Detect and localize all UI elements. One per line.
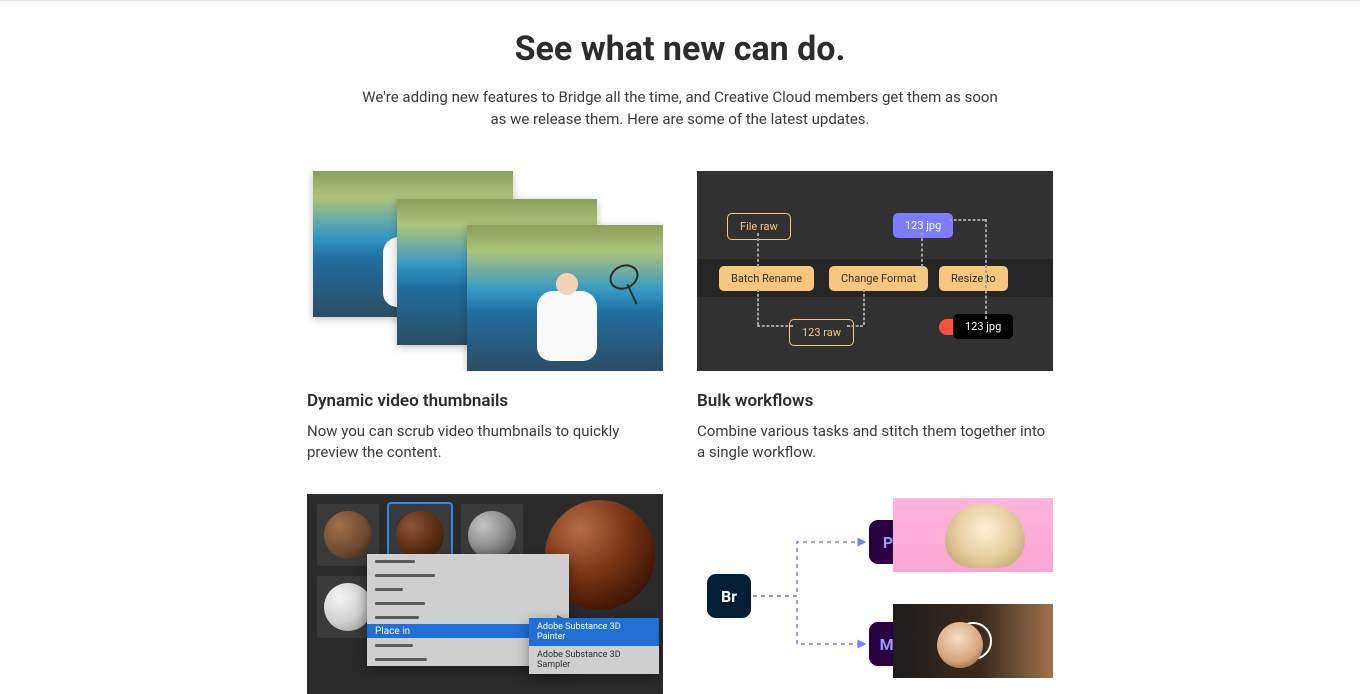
feature-body: Now you can scrub video thumbnails to qu… bbox=[307, 421, 663, 465]
page-subheading: We're adding new features to Bridge all … bbox=[360, 87, 1000, 131]
page-title: See what new can do. bbox=[515, 29, 846, 69]
feature-dynamic-video-thumbnails: Dynamic video thumbnails Now you can scr… bbox=[307, 171, 663, 465]
pill-123-jpg-top: 123 jpg bbox=[893, 213, 953, 238]
submenu-item-sampler[interactable]: Adobe Substance 3D Sampler bbox=[529, 646, 659, 674]
media-thumbnail bbox=[893, 498, 1053, 572]
feature-illustration: Br Pr Me bbox=[697, 494, 1053, 694]
feature-title: Dynamic video thumbnails bbox=[307, 391, 663, 411]
feature-illustration bbox=[307, 171, 663, 371]
submenu-item-painter[interactable]: Adobe Substance 3D Painter bbox=[529, 618, 659, 646]
pill-resize-to: Resize to bbox=[939, 266, 1008, 291]
media-thumbnail bbox=[893, 604, 1053, 678]
page-root: See what new can do. We're adding new fe… bbox=[0, 1, 1360, 694]
pill-batch-rename: Batch Rename bbox=[719, 266, 814, 291]
feature-bulk-workflows: File raw 123 jpg Batch Rename Change For… bbox=[697, 171, 1053, 465]
feature-illustration: Place in Adobe Substance 3D Painter Adob… bbox=[307, 494, 663, 694]
feature-materials: Place in Adobe Substance 3D Painter Adob… bbox=[307, 494, 663, 694]
pill-123-raw: 123 raw bbox=[789, 319, 854, 346]
feature-app-connections: Br Pr Me bbox=[697, 494, 1053, 694]
pill-change-format: Change Format bbox=[829, 266, 928, 291]
feature-grid: Dynamic video thumbnails Now you can scr… bbox=[307, 171, 1053, 694]
app-chip-bridge: Br bbox=[707, 574, 751, 618]
pill-123-jpg-out: 123 jpg bbox=[953, 314, 1013, 339]
feature-body: Combine various tasks and stitch them to… bbox=[697, 421, 1053, 465]
context-submenu: Adobe Substance 3D Painter Adobe Substan… bbox=[529, 618, 659, 674]
feature-illustration: File raw 123 jpg Batch Rename Change For… bbox=[697, 171, 1053, 371]
feature-title: Bulk workflows bbox=[697, 391, 1053, 411]
